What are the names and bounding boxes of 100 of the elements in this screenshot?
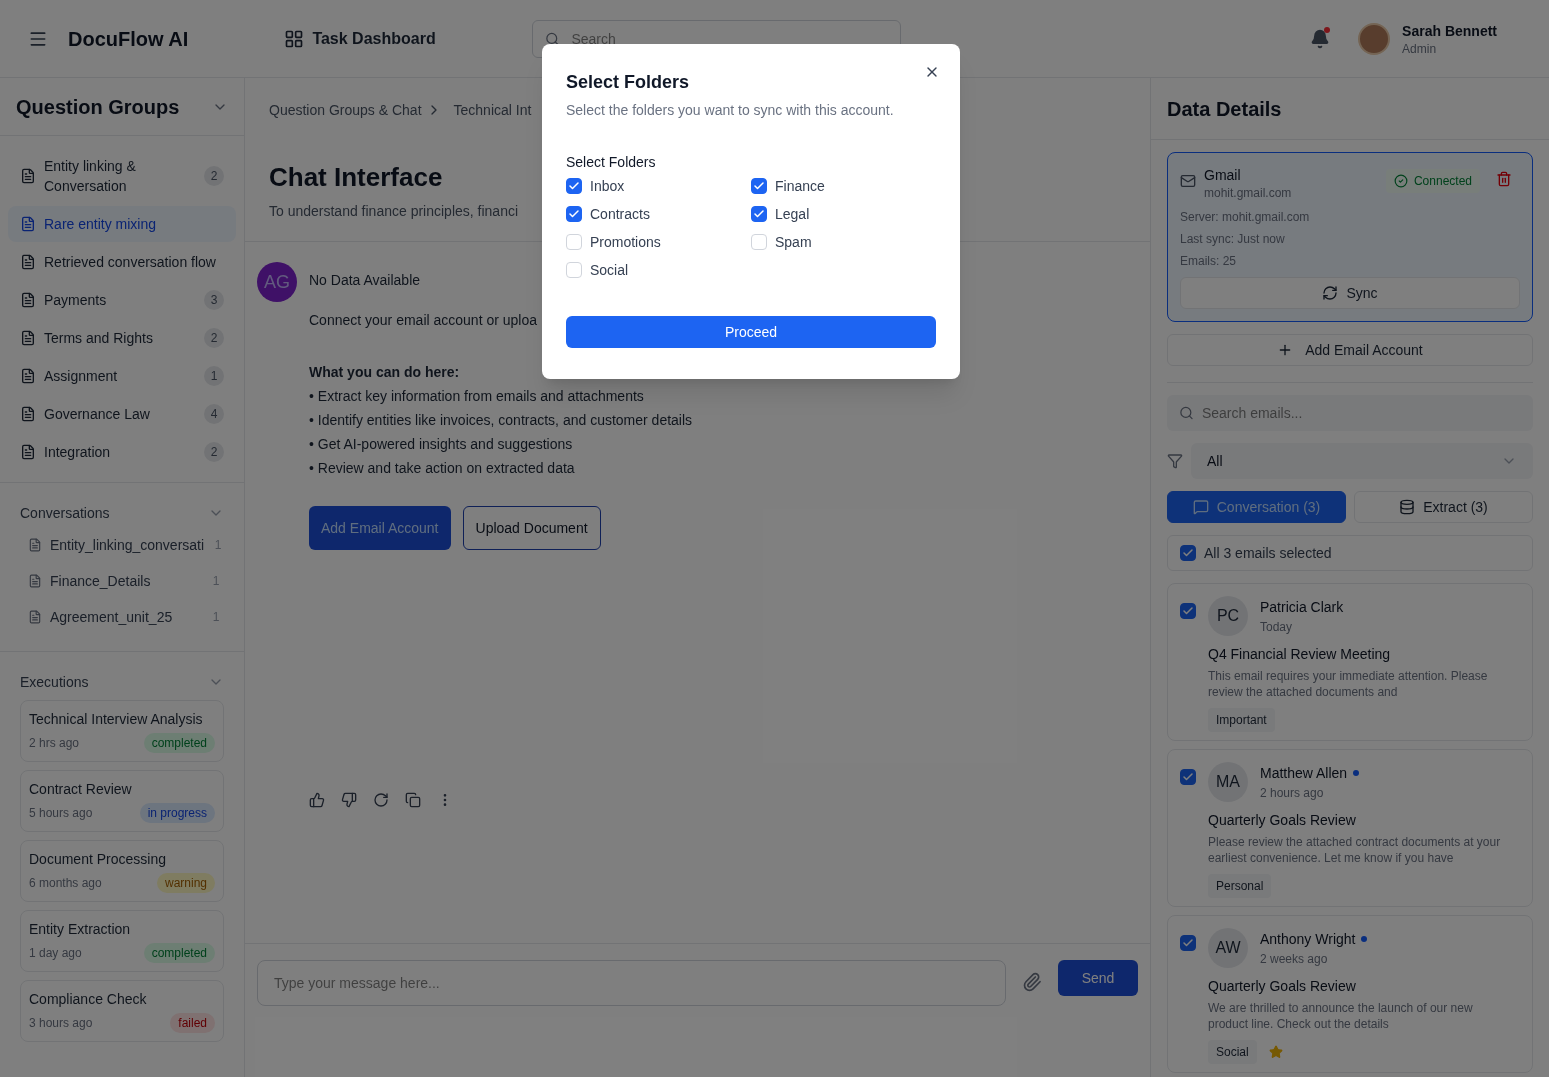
filter-select[interactable]: All	[1191, 443, 1533, 479]
document-icon	[28, 610, 42, 624]
page-subtitle: To understand finance principles, financi	[269, 202, 519, 221]
copy-icon[interactable]	[405, 792, 421, 808]
email-card[interactable]: MA Matthew Allen 2 hours ago Quarterly Goals Review Please review the attached contract documents at your earliest convenience. Let me know if you have Personal	[1167, 749, 1533, 907]
email-card[interactable]: AW Anthony Wright 2 weeks ago Quarterly Goals Review We are thrilled to announce the launch of our new product line. Check out the details Social	[1167, 915, 1533, 1073]
dialog-title: Select Folders	[566, 71, 690, 94]
thumbs-up-icon[interactable]	[309, 792, 325, 808]
checkbox[interactable]	[751, 178, 767, 194]
execution-card[interactable]: Compliance Check 3 hours ago failed	[20, 980, 224, 1042]
execution-title: Document Processing	[29, 850, 167, 869]
search-input[interactable]: Search emails...	[1201, 403, 1521, 423]
item-label: Entity_linking_conversati	[50, 536, 205, 555]
folder-label: Finance	[775, 177, 825, 196]
mail-icon	[1180, 173, 1196, 189]
folder-label: Legal	[775, 205, 810, 224]
document-icon	[20, 254, 36, 270]
search-icon	[1179, 405, 1194, 421]
paperclip-icon[interactable]	[1022, 972, 1042, 992]
item-label: Retrieved conversation flow	[44, 253, 217, 272]
thumbs-down-icon[interactable]	[341, 792, 357, 808]
notification-bell-icon[interactable]	[1310, 28, 1331, 49]
sidebar-item[interactable]: Integration 2	[8, 434, 236, 470]
execution-card[interactable]: Technical Interview Analysis 2 hrs ago completed	[20, 700, 224, 762]
sender-name: Patricia Clark	[1260, 598, 1344, 617]
email-search-field[interactable]: Search emails...	[1167, 395, 1533, 431]
count-badge: 3	[204, 290, 224, 310]
account-provider: Gmail	[1204, 166, 1242, 185]
folder-label: Social	[590, 261, 629, 280]
status-badge: warning	[156, 873, 215, 893]
nav-link[interactable]: Task Dashboard	[284, 26, 436, 51]
page-title: Chat Interface	[269, 161, 443, 194]
status-badge: in progress	[139, 803, 215, 823]
check-icon	[1182, 937, 1194, 949]
select-all-label: All 3 emails selected	[1204, 544, 1332, 563]
search-icon	[544, 30, 560, 47]
filter-icon[interactable]	[1167, 453, 1183, 469]
sidebar-item[interactable]: Payments 3	[8, 282, 236, 318]
upload-document-button[interactable]: Upload Document	[462, 506, 601, 550]
database-icon	[1399, 499, 1416, 515]
sidebar-item[interactable]: Terms and Rights 2	[8, 320, 236, 356]
message-input[interactable]: Type your message here...	[257, 960, 1006, 1006]
checkbox[interactable]	[566, 178, 582, 194]
checkbox[interactable]	[1180, 603, 1196, 619]
sidebar-item[interactable]: Assignment 1	[8, 358, 236, 394]
sender-name: Anthony Wright	[1260, 930, 1356, 949]
email-time: 2 hours ago	[1260, 785, 1325, 801]
check-icon	[568, 208, 580, 220]
checkbox[interactable]	[1180, 769, 1196, 785]
panel-title: Data Details	[1167, 96, 1282, 122]
item-label: Rare entity mixing	[44, 215, 158, 234]
app-name: DocuFlow AI	[68, 26, 189, 52]
proceed-button[interactable]: Proceed	[566, 316, 936, 348]
sync-button[interactable]: Sync	[1180, 277, 1520, 309]
execution-title: Technical Interview Analysis	[29, 710, 204, 729]
execution-time: 1 day ago	[29, 945, 82, 961]
document-icon	[28, 538, 42, 552]
sidebar-item[interactable]: Rare entity mixing	[8, 206, 236, 242]
trash-icon[interactable]	[1496, 171, 1512, 187]
sidebar-item[interactable]: Retrieved conversation flow	[8, 244, 236, 280]
item-label: Finance_Details	[50, 572, 152, 591]
sidebar-item[interactable]: Entity linking & Conversation 2	[8, 148, 236, 204]
view-tab[interactable]: Conversation (3)	[1167, 491, 1346, 523]
list-title: What you can do here:	[309, 363, 461, 382]
send-button[interactable]: Send	[1058, 960, 1138, 996]
email-preview: We are thrilled to announce the launch of our new product line. Check out the details	[1208, 1000, 1474, 1032]
execution-time: 6 months ago	[29, 875, 102, 891]
document-icon	[20, 444, 36, 460]
chat-bubble-icon	[1192, 499, 1209, 515]
sidebar-title: Question Groups	[16, 94, 180, 120]
item-label: Agreement_unit_25	[50, 608, 174, 627]
checkbox[interactable]	[566, 206, 582, 222]
add-email-button[interactable]: Add Email Account	[309, 506, 451, 550]
sender-avatar: MA	[1208, 762, 1248, 802]
dialog-description: Select the folders you want to sync with this account.	[566, 101, 895, 120]
refresh-icon[interactable]	[373, 792, 389, 808]
bullet-text: • Identify entities like invoices, contracts, and customer details	[309, 411, 693, 430]
status-badge: failed	[170, 1013, 215, 1033]
document-icon	[20, 330, 36, 346]
breadcrumb-link[interactable]: Question Groups & Chat	[269, 100, 422, 120]
item-label: Payments	[44, 291, 108, 310]
user-avatar[interactable]	[1358, 22, 1391, 55]
search-input[interactable]: Search	[571, 28, 888, 49]
sender-name: Matthew Allen	[1260, 764, 1348, 783]
folder-label: Contracts	[590, 205, 650, 224]
execution-card[interactable]: Document Processing 6 months ago warning	[20, 840, 224, 902]
account-email: mohit.gmail.com	[1204, 185, 1293, 201]
execution-card[interactable]: Contract Review 5 hours ago in progress	[20, 770, 224, 832]
checkbox[interactable]	[751, 206, 767, 222]
folder-label: Spam	[775, 233, 812, 252]
add-account-button[interactable]: Add Email Account	[1167, 334, 1533, 366]
execution-card[interactable]: Entity Extraction 1 day ago completed	[20, 910, 224, 972]
view-tab[interactable]: Extract (3)	[1354, 491, 1533, 523]
checkbox[interactable]	[1180, 545, 1196, 561]
breadcrumb-link[interactable]: Technical Int	[453, 100, 532, 120]
sidebar-item[interactable]: Governance Law 4	[8, 396, 236, 432]
star-icon[interactable]	[1268, 1045, 1283, 1059]
email-card[interactable]: PC Patricia Clark Today Q4 Financial Review Meeting This email requires your immediate attention. Please review the attached documents and Important	[1167, 583, 1533, 741]
checkbox[interactable]	[1180, 935, 1196, 951]
refresh-icon	[1322, 285, 1339, 301]
